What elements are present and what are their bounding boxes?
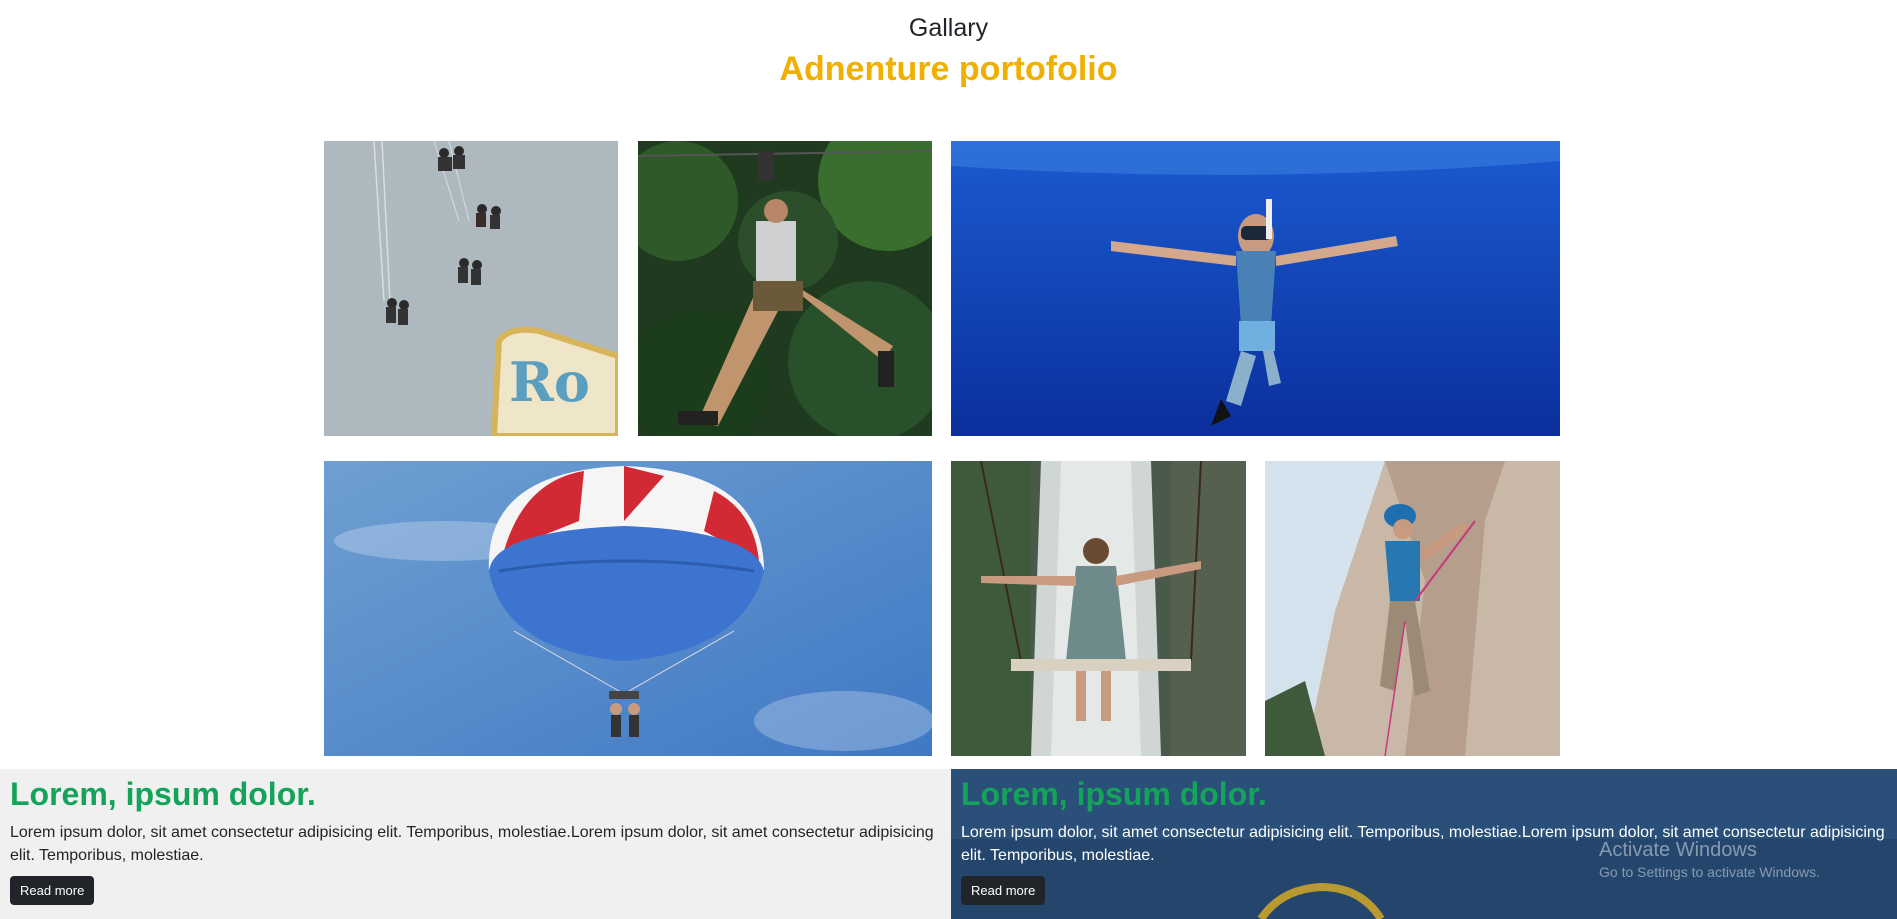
parasailing-photo xyxy=(324,461,932,756)
zipline-jungle-photo xyxy=(638,141,932,436)
read-more-button[interactable]: Read more xyxy=(10,876,95,905)
rock-climber-photo xyxy=(1265,461,1560,756)
section-subtitle: Gallary xyxy=(908,14,989,42)
watermark-subtitle: Go to Settings to activate Windows. xyxy=(1599,864,1820,880)
watermark-title: Activate Windows xyxy=(1599,839,1757,861)
card-heading: Lorem, ipsum dolor. xyxy=(961,776,1267,812)
activate-windows-watermark: Activate Windows Go to Settings to activ… xyxy=(1599,838,1820,882)
swing-ride-sky-photo: Ro xyxy=(324,141,618,436)
card-heading: Lorem, ipsum dolor. xyxy=(10,776,316,812)
svg-text:Ro: Ro xyxy=(509,350,590,414)
card-body: Lorem ipsum dolor, sit amet consectetur … xyxy=(10,824,934,864)
read-more-button[interactable]: Read more xyxy=(961,876,1046,905)
section-title: Adnenture portofolio xyxy=(779,50,1118,88)
waterfall-swing-photo xyxy=(951,461,1246,756)
info-card-left: Lorem, ipsum dolor. Lorem ipsum dolor, s… xyxy=(0,769,951,919)
snorkel-diver-photo xyxy=(951,141,1560,436)
